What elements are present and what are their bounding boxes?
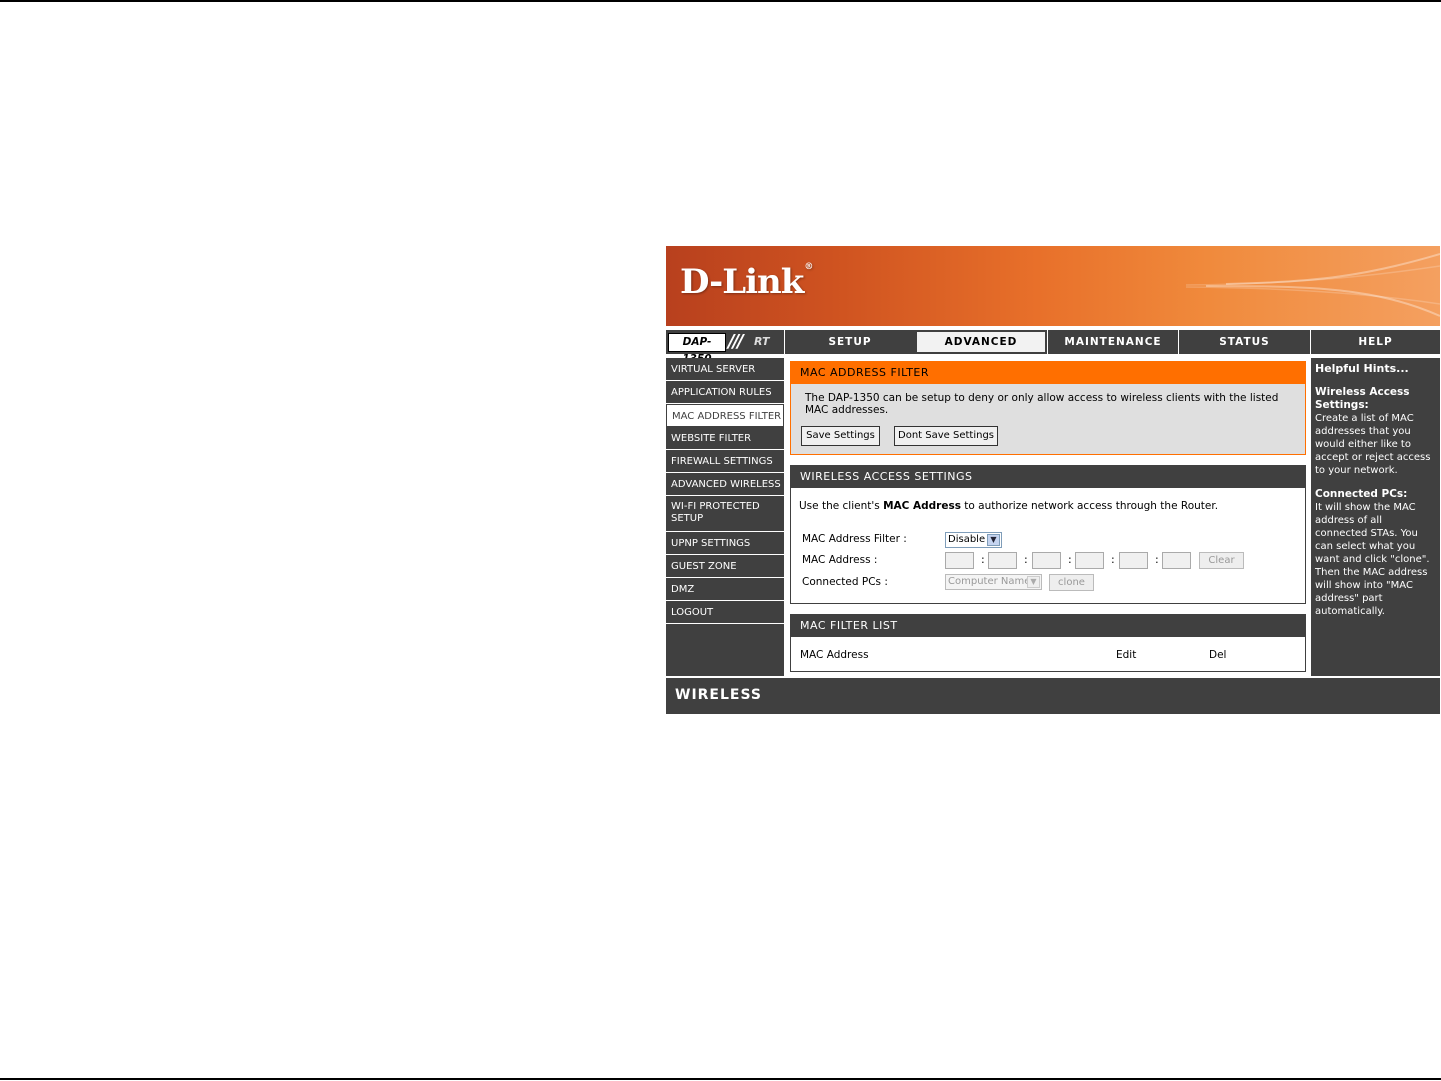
help-text: Create a list of MAC addresses that you …	[1315, 413, 1431, 476]
connected-pcs-select[interactable]: Computer Name ▼	[945, 574, 1042, 590]
mac-separator: :	[1024, 553, 1028, 566]
sidebar-item-firewall-settings[interactable]: FIREWALL SETTINGS	[666, 450, 784, 473]
column-header-mac-address: MAC Address	[800, 649, 869, 661]
tab-help[interactable]: HELP	[1310, 330, 1440, 354]
sidebar: VIRTUAL SERVER APPLICATION RULES MAC ADD…	[666, 358, 784, 676]
help-text: It will show the MAC address of all conn…	[1315, 502, 1430, 617]
footer-bar: WIRELESS	[666, 678, 1440, 714]
mac-octet-6-input[interactable]	[1162, 552, 1191, 569]
mac-separator: :	[1068, 553, 1072, 566]
chevron-down-icon: ▼	[987, 534, 1000, 546]
top-nav: DAP-1350 /// RT SETUP ADVANCED MAINTENAN…	[666, 330, 1440, 365]
help-heading: Wireless Access Settings:	[1315, 386, 1410, 411]
help-section-wireless: Wireless Access Settings: Create a list …	[1315, 386, 1436, 477]
mac-separator: :	[981, 553, 985, 566]
tab-setup[interactable]: SETUP	[784, 330, 915, 354]
connected-pcs-label: Connected PCs :	[802, 576, 888, 588]
model-suffix: RT	[754, 335, 770, 348]
page-bottom-rule	[0, 1078, 1441, 1080]
help-panel: Helpful Hints... Wireless Access Setting…	[1311, 358, 1440, 676]
mac-filter-list-panel: MAC FILTER LIST MAC Address Edit Del	[790, 614, 1306, 672]
mac-separator: :	[1111, 553, 1115, 566]
dont-save-settings-button[interactable]: Dont Save Settings	[894, 426, 998, 446]
mac-octet-4-input[interactable]	[1075, 552, 1104, 569]
sidebar-item-advanced-wireless[interactable]: ADVANCED WIRELESS	[666, 473, 784, 496]
model-badge: DAP-1350 /// RT	[666, 330, 784, 365]
sidebar-item-wifi-protected-setup[interactable]: WI-FI PROTECTED SETUP	[666, 496, 784, 532]
sidebar-item-upnp-settings[interactable]: UPNP SETTINGS	[666, 532, 784, 555]
model-separator: ///	[728, 331, 744, 352]
router-admin-window: D-Link® DAP-1350 /// RT SETUP ADVANCED M…	[666, 246, 1440, 714]
column-header-edit: Edit	[1116, 649, 1137, 661]
wireless-logo: WIRELESS	[675, 687, 763, 703]
wireless-access-panel: WIRELESS ACCESS SETTINGS Use the client'…	[790, 465, 1306, 604]
mac-filter-panel: MAC ADDRESS FILTER The DAP-1350 can be s…	[790, 361, 1306, 455]
tab-maintenance[interactable]: MAINTENANCE	[1047, 330, 1178, 354]
mac-filter-select-value: Disable	[948, 534, 986, 545]
help-title: Helpful Hints...	[1315, 362, 1409, 375]
mac-octet-3-input[interactable]	[1032, 552, 1061, 569]
tab-advanced[interactable]: ADVANCED	[915, 330, 1047, 354]
mac-filter-list-title: MAC FILTER LIST	[791, 615, 1305, 637]
help-heading: Connected PCs:	[1315, 488, 1408, 500]
tab-status[interactable]: STATUS	[1178, 330, 1310, 354]
mac-octet-2-input[interactable]	[988, 552, 1017, 569]
sidebar-item-virtual-server[interactable]: VIRTUAL SERVER	[666, 358, 784, 381]
wireless-access-title: WIRELESS ACCESS SETTINGS	[791, 466, 1305, 488]
clear-button[interactable]: Clear	[1199, 552, 1244, 569]
help-section-connected-pcs: Connected PCs: It will show the MAC addr…	[1315, 488, 1436, 618]
mac-filter-title: MAC ADDRESS FILTER	[791, 362, 1305, 384]
column-header-del: Del	[1209, 649, 1227, 661]
model-name: DAP-1350	[668, 333, 726, 365]
header-banner: D-Link®	[666, 246, 1440, 326]
main-content: MAC ADDRESS FILTER The DAP-1350 can be s…	[786, 358, 1308, 676]
mac-filter-select[interactable]: Disable ▼	[945, 532, 1002, 548]
mac-octet-1-input[interactable]	[945, 552, 974, 569]
dlink-logo: D-Link®	[680, 262, 813, 302]
sidebar-item-logout[interactable]: LOGOUT	[666, 601, 784, 624]
mac-separator: :	[1155, 553, 1159, 566]
sidebar-item-application-rules[interactable]: APPLICATION RULES	[666, 381, 784, 404]
mac-filter-label: MAC Address Filter :	[802, 533, 907, 545]
mac-filter-description: The DAP-1350 can be setup to deny or onl…	[805, 392, 1279, 416]
connected-pcs-select-value: Computer Name	[948, 576, 1031, 587]
page-top-rule	[0, 0, 1441, 2]
wireless-intro: Use the client's MAC Address to authoriz…	[799, 500, 1219, 512]
clone-button[interactable]: clone	[1049, 574, 1094, 591]
save-settings-button[interactable]: Save Settings	[801, 426, 880, 446]
sidebar-item-mac-address-filter[interactable]: MAC ADDRESS FILTER	[666, 404, 784, 427]
sidebar-item-website-filter[interactable]: WEBSITE FILTER	[666, 427, 784, 450]
mac-address-label: MAC Address :	[802, 554, 878, 566]
sidebar-item-guest-zone[interactable]: GUEST ZONE	[666, 555, 784, 578]
mac-octet-5-input[interactable]	[1119, 552, 1148, 569]
chevron-down-icon: ▼	[1027, 576, 1040, 588]
sidebar-item-dmz[interactable]: DMZ	[666, 578, 784, 601]
wireless-intro-emphasis: MAC Address	[883, 500, 961, 512]
